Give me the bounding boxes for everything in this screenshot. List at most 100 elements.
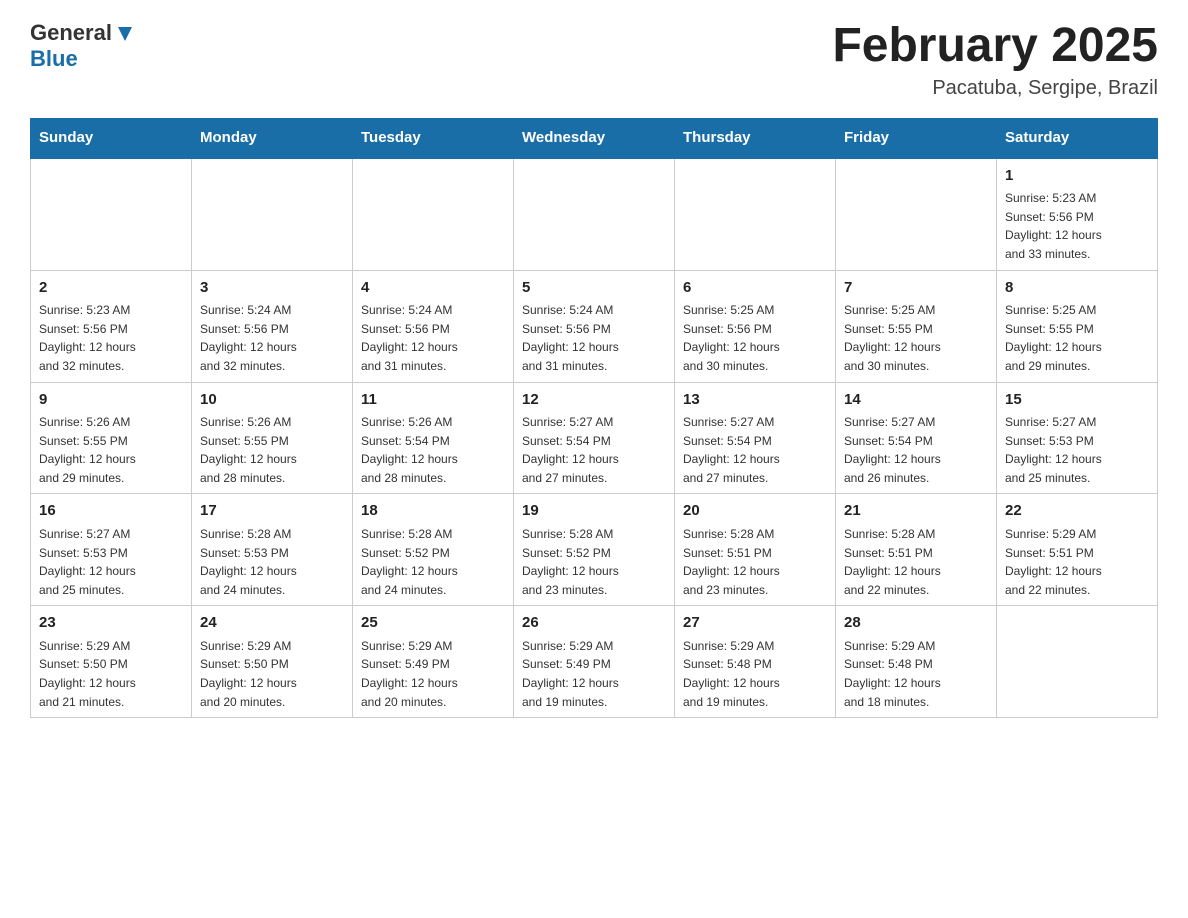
table-row: 22Sunrise: 5:29 AM Sunset: 5:51 PM Dayli… <box>997 494 1158 606</box>
day-number: 25 <box>361 612 505 635</box>
page-header: General Blue February 2025 Pacatuba, Ser… <box>30 20 1158 100</box>
day-number: 14 <box>844 389 988 412</box>
day-info: Sunrise: 5:27 AM Sunset: 5:54 PM Dayligh… <box>844 413 988 487</box>
calendar-week-row: 9Sunrise: 5:26 AM Sunset: 5:55 PM Daylig… <box>31 382 1158 494</box>
day-number: 4 <box>361 277 505 300</box>
table-row: 18Sunrise: 5:28 AM Sunset: 5:52 PM Dayli… <box>353 494 514 606</box>
day-number: 11 <box>361 389 505 412</box>
calendar-subtitle: Pacatuba, Sergipe, Brazil <box>832 77 1158 100</box>
header-monday: Monday <box>192 118 353 157</box>
day-number: 16 <box>39 500 183 523</box>
table-row: 2Sunrise: 5:23 AM Sunset: 5:56 PM Daylig… <box>31 270 192 382</box>
table-row: 15Sunrise: 5:27 AM Sunset: 5:53 PM Dayli… <box>997 382 1158 494</box>
day-info: Sunrise: 5:29 AM Sunset: 5:48 PM Dayligh… <box>844 637 988 711</box>
table-row: 16Sunrise: 5:27 AM Sunset: 5:53 PM Dayli… <box>31 494 192 606</box>
header-tuesday: Tuesday <box>353 118 514 157</box>
day-number: 3 <box>200 277 344 300</box>
day-number: 22 <box>1005 500 1149 523</box>
day-info: Sunrise: 5:23 AM Sunset: 5:56 PM Dayligh… <box>1005 189 1149 263</box>
table-row: 12Sunrise: 5:27 AM Sunset: 5:54 PM Dayli… <box>514 382 675 494</box>
table-row: 23Sunrise: 5:29 AM Sunset: 5:50 PM Dayli… <box>31 606 192 718</box>
day-info: Sunrise: 5:24 AM Sunset: 5:56 PM Dayligh… <box>522 301 666 375</box>
calendar-week-row: 16Sunrise: 5:27 AM Sunset: 5:53 PM Dayli… <box>31 494 1158 606</box>
day-number: 2 <box>39 277 183 300</box>
day-number: 19 <box>522 500 666 523</box>
table-row: 4Sunrise: 5:24 AM Sunset: 5:56 PM Daylig… <box>353 270 514 382</box>
table-row <box>31 157 192 270</box>
day-number: 13 <box>683 389 827 412</box>
logo-general-text: General <box>30 20 112 46</box>
day-number: 23 <box>39 612 183 635</box>
table-row: 9Sunrise: 5:26 AM Sunset: 5:55 PM Daylig… <box>31 382 192 494</box>
logo: General Blue <box>30 20 136 72</box>
calendar-table: Sunday Monday Tuesday Wednesday Thursday… <box>30 118 1158 718</box>
table-row <box>514 157 675 270</box>
day-info: Sunrise: 5:27 AM Sunset: 5:54 PM Dayligh… <box>683 413 827 487</box>
header-friday: Friday <box>836 118 997 157</box>
day-info: Sunrise: 5:28 AM Sunset: 5:51 PM Dayligh… <box>844 525 988 599</box>
table-row <box>836 157 997 270</box>
table-row: 8Sunrise: 5:25 AM Sunset: 5:55 PM Daylig… <box>997 270 1158 382</box>
table-row: 27Sunrise: 5:29 AM Sunset: 5:48 PM Dayli… <box>675 606 836 718</box>
header-sunday: Sunday <box>31 118 192 157</box>
day-info: Sunrise: 5:26 AM Sunset: 5:55 PM Dayligh… <box>200 413 344 487</box>
table-row: 21Sunrise: 5:28 AM Sunset: 5:51 PM Dayli… <box>836 494 997 606</box>
day-number: 26 <box>522 612 666 635</box>
table-row: 6Sunrise: 5:25 AM Sunset: 5:56 PM Daylig… <box>675 270 836 382</box>
table-row: 11Sunrise: 5:26 AM Sunset: 5:54 PM Dayli… <box>353 382 514 494</box>
calendar-week-row: 2Sunrise: 5:23 AM Sunset: 5:56 PM Daylig… <box>31 270 1158 382</box>
table-row: 13Sunrise: 5:27 AM Sunset: 5:54 PM Dayli… <box>675 382 836 494</box>
logo-triangle-icon <box>114 23 136 45</box>
day-info: Sunrise: 5:28 AM Sunset: 5:52 PM Dayligh… <box>361 525 505 599</box>
day-info: Sunrise: 5:27 AM Sunset: 5:53 PM Dayligh… <box>1005 413 1149 487</box>
header-thursday: Thursday <box>675 118 836 157</box>
day-number: 7 <box>844 277 988 300</box>
table-row: 28Sunrise: 5:29 AM Sunset: 5:48 PM Dayli… <box>836 606 997 718</box>
table-row: 19Sunrise: 5:28 AM Sunset: 5:52 PM Dayli… <box>514 494 675 606</box>
table-row: 14Sunrise: 5:27 AM Sunset: 5:54 PM Dayli… <box>836 382 997 494</box>
table-row: 17Sunrise: 5:28 AM Sunset: 5:53 PM Dayli… <box>192 494 353 606</box>
header-saturday: Saturday <box>997 118 1158 157</box>
day-info: Sunrise: 5:29 AM Sunset: 5:49 PM Dayligh… <box>522 637 666 711</box>
table-row: 5Sunrise: 5:24 AM Sunset: 5:56 PM Daylig… <box>514 270 675 382</box>
day-info: Sunrise: 5:25 AM Sunset: 5:55 PM Dayligh… <box>844 301 988 375</box>
day-info: Sunrise: 5:27 AM Sunset: 5:53 PM Dayligh… <box>39 525 183 599</box>
table-row <box>353 157 514 270</box>
table-row: 7Sunrise: 5:25 AM Sunset: 5:55 PM Daylig… <box>836 270 997 382</box>
day-number: 27 <box>683 612 827 635</box>
table-row: 25Sunrise: 5:29 AM Sunset: 5:49 PM Dayli… <box>353 606 514 718</box>
day-info: Sunrise: 5:25 AM Sunset: 5:55 PM Dayligh… <box>1005 301 1149 375</box>
day-number: 12 <box>522 389 666 412</box>
day-number: 1 <box>1005 165 1149 188</box>
day-number: 15 <box>1005 389 1149 412</box>
table-row: 26Sunrise: 5:29 AM Sunset: 5:49 PM Dayli… <box>514 606 675 718</box>
logo-blue-text: Blue <box>30 46 78 72</box>
day-number: 10 <box>200 389 344 412</box>
day-info: Sunrise: 5:26 AM Sunset: 5:54 PM Dayligh… <box>361 413 505 487</box>
table-row <box>997 606 1158 718</box>
title-area: February 2025 Pacatuba, Sergipe, Brazil <box>832 20 1158 100</box>
table-row: 24Sunrise: 5:29 AM Sunset: 5:50 PM Dayli… <box>192 606 353 718</box>
day-info: Sunrise: 5:28 AM Sunset: 5:53 PM Dayligh… <box>200 525 344 599</box>
day-number: 6 <box>683 277 827 300</box>
table-row: 1Sunrise: 5:23 AM Sunset: 5:56 PM Daylig… <box>997 157 1158 270</box>
day-info: Sunrise: 5:29 AM Sunset: 5:50 PM Dayligh… <box>200 637 344 711</box>
header-wednesday: Wednesday <box>514 118 675 157</box>
weekday-header-row: Sunday Monday Tuesday Wednesday Thursday… <box>31 118 1158 157</box>
day-info: Sunrise: 5:27 AM Sunset: 5:54 PM Dayligh… <box>522 413 666 487</box>
table-row <box>675 157 836 270</box>
day-info: Sunrise: 5:24 AM Sunset: 5:56 PM Dayligh… <box>361 301 505 375</box>
day-info: Sunrise: 5:28 AM Sunset: 5:51 PM Dayligh… <box>683 525 827 599</box>
day-number: 24 <box>200 612 344 635</box>
day-info: Sunrise: 5:25 AM Sunset: 5:56 PM Dayligh… <box>683 301 827 375</box>
day-number: 18 <box>361 500 505 523</box>
day-info: Sunrise: 5:29 AM Sunset: 5:48 PM Dayligh… <box>683 637 827 711</box>
day-info: Sunrise: 5:24 AM Sunset: 5:56 PM Dayligh… <box>200 301 344 375</box>
day-info: Sunrise: 5:29 AM Sunset: 5:51 PM Dayligh… <box>1005 525 1149 599</box>
table-row: 10Sunrise: 5:26 AM Sunset: 5:55 PM Dayli… <box>192 382 353 494</box>
day-info: Sunrise: 5:26 AM Sunset: 5:55 PM Dayligh… <box>39 413 183 487</box>
table-row <box>192 157 353 270</box>
calendar-week-row: 1Sunrise: 5:23 AM Sunset: 5:56 PM Daylig… <box>31 157 1158 270</box>
day-number: 8 <box>1005 277 1149 300</box>
day-number: 17 <box>200 500 344 523</box>
